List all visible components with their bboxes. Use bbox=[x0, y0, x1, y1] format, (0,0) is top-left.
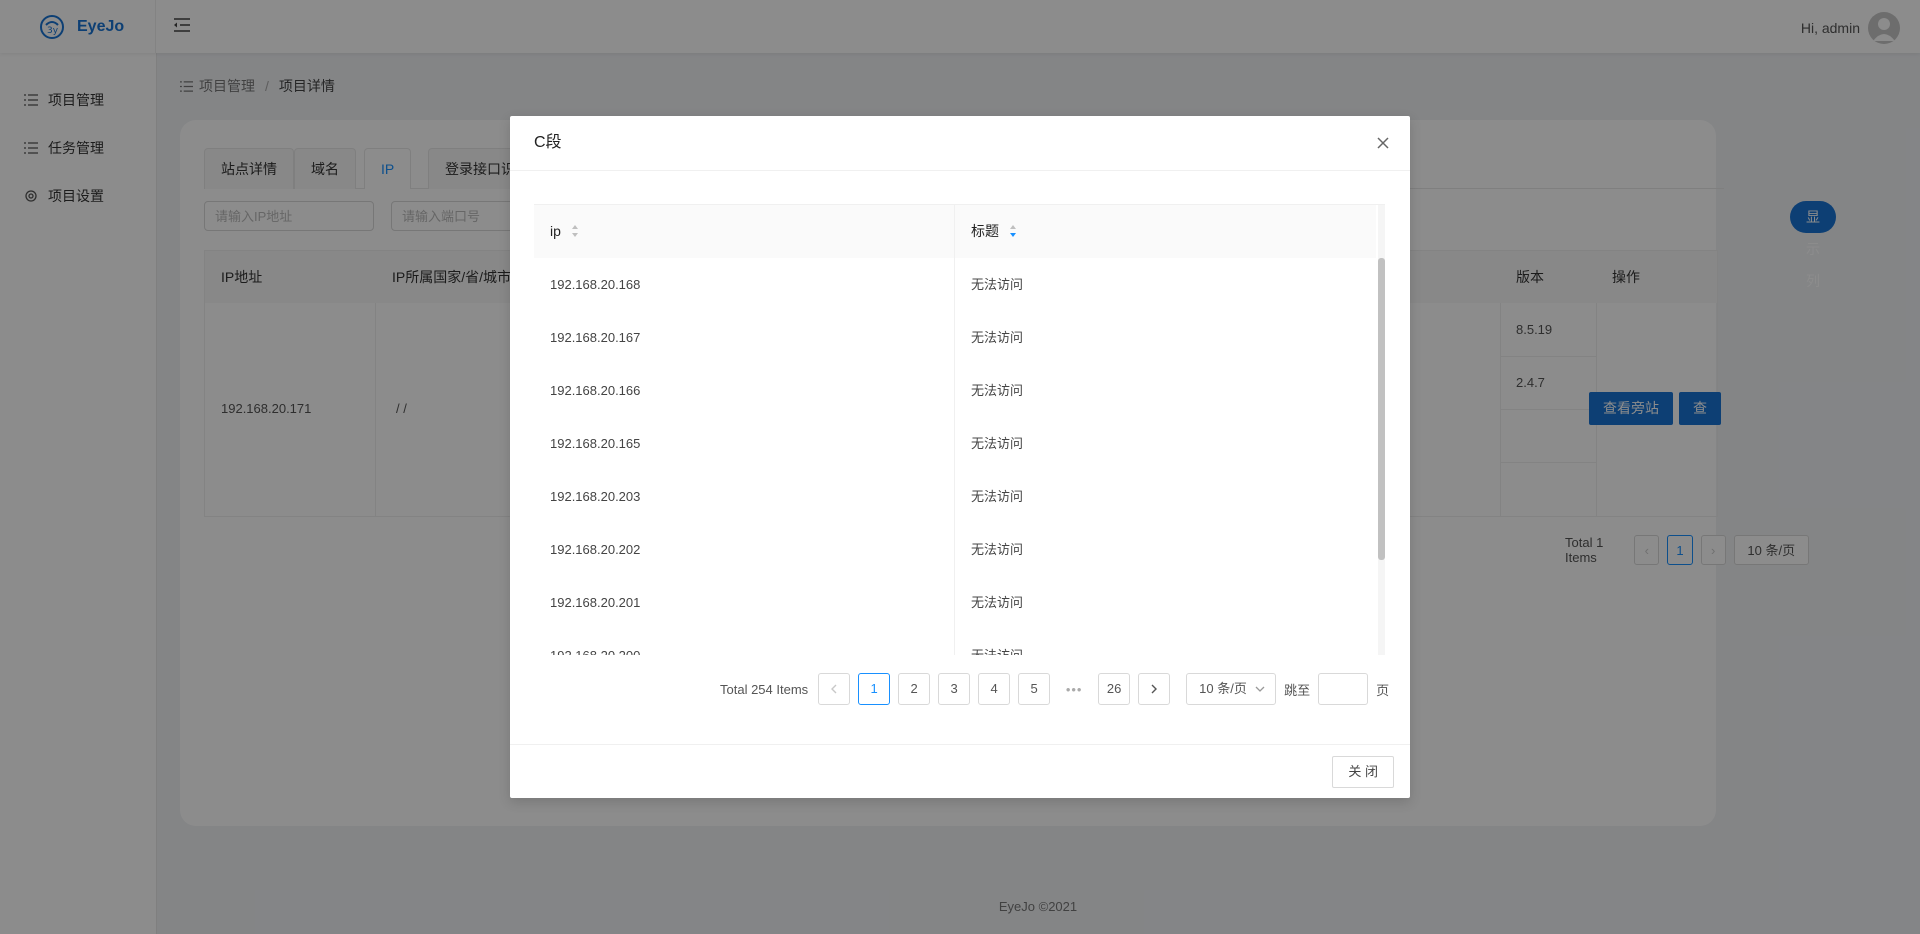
ip-cell: 192.168.20.165 bbox=[534, 417, 955, 470]
page-button-1[interactable]: 1 bbox=[858, 673, 891, 705]
page-button-5[interactable]: 5 bbox=[1018, 673, 1051, 705]
column-header-ip[interactable]: ip bbox=[534, 205, 955, 258]
table-row[interactable]: 192.168.20.168 无法访问 bbox=[534, 258, 1376, 312]
jump-label: 跳至 bbox=[1284, 682, 1311, 698]
column-header-label: 标题 bbox=[971, 223, 999, 239]
ip-cell: 192.168.20.166 bbox=[534, 364, 955, 417]
scrollbar-thumb[interactable] bbox=[1378, 258, 1385, 560]
table-row[interactable]: 192.168.20.202 无法访问 bbox=[534, 523, 1376, 577]
ip-cell: 192.168.20.167 bbox=[534, 311, 955, 364]
ip-cell: 192.168.20.203 bbox=[534, 470, 955, 523]
ip-cell: 192.168.20.200 bbox=[534, 629, 955, 655]
chevron-right-icon bbox=[1151, 684, 1158, 694]
ip-cell: 192.168.20.168 bbox=[534, 258, 955, 311]
c-segment-modal: C段 ip 标题 192.168.20.168 无法访问 192.168.20.… bbox=[510, 116, 1410, 798]
title-cell: 无法访问 bbox=[971, 277, 1024, 292]
column-header-title[interactable]: 标题 bbox=[955, 205, 1376, 258]
page-size-select[interactable]: 10 条/页 bbox=[1186, 673, 1277, 705]
total-items-text: Total 254 Items bbox=[720, 681, 809, 697]
prev-page-button[interactable] bbox=[818, 673, 851, 705]
next-page-button[interactable] bbox=[1138, 673, 1171, 705]
jump-page-input[interactable] bbox=[1318, 673, 1369, 705]
page-button-last[interactable]: 26 bbox=[1098, 673, 1131, 705]
jump-next-ellipsis[interactable]: ••• bbox=[1058, 682, 1090, 697]
ip-cell: 192.168.20.202 bbox=[534, 523, 955, 576]
table-row[interactable]: 192.168.20.203 无法访问 bbox=[534, 470, 1376, 524]
page-unit-label: 页 bbox=[1376, 682, 1390, 698]
table-row[interactable]: 192.168.20.166 无法访问 bbox=[534, 364, 1376, 418]
sort-icon[interactable] bbox=[571, 224, 579, 238]
column-header-label: ip bbox=[550, 223, 561, 239]
modal-footer: 关 闭 bbox=[510, 744, 1410, 799]
page-size-value: 10 条/页 bbox=[1199, 681, 1247, 696]
table-row[interactable]: 192.168.20.201 无法访问 bbox=[534, 576, 1376, 630]
table-header-row: ip 标题 bbox=[534, 205, 1376, 259]
title-cell: 无法访问 bbox=[971, 489, 1024, 504]
title-cell: 无法访问 bbox=[955, 629, 1376, 655]
ip-cell: 192.168.20.201 bbox=[534, 576, 955, 629]
table-scrollbar[interactable] bbox=[1378, 205, 1385, 655]
c-segment-table: ip 标题 192.168.20.168 无法访问 192.168.20.167… bbox=[534, 204, 1385, 655]
modal-header: C段 bbox=[510, 116, 1410, 171]
close-icon[interactable] bbox=[1372, 132, 1394, 154]
page-button-2[interactable]: 2 bbox=[898, 673, 931, 705]
title-cell: 无法访问 bbox=[971, 436, 1024, 451]
page-button-3[interactable]: 3 bbox=[938, 673, 971, 705]
table-row[interactable]: 192.168.20.165 无法访问 bbox=[534, 417, 1376, 471]
table-row[interactable]: 192.168.20.167 无法访问 bbox=[534, 311, 1376, 365]
chevron-left-icon bbox=[831, 684, 837, 694]
title-cell: 无法访问 bbox=[971, 542, 1024, 557]
sort-descending-icon[interactable] bbox=[1009, 224, 1017, 238]
title-cell: 无法访问 bbox=[971, 330, 1024, 345]
title-cell: 无法访问 bbox=[971, 595, 1024, 610]
chevron-down-icon bbox=[1255, 686, 1265, 692]
close-button[interactable]: 关 闭 bbox=[1332, 756, 1394, 788]
title-cell: 无法访问 bbox=[971, 383, 1024, 398]
table-row[interactable]: 192.168.20.200 无法访问 bbox=[534, 629, 1376, 655]
modal-pagination: Total 254 Items 1 2 3 4 5 ••• 26 10 条/页 … bbox=[720, 673, 1389, 705]
modal-title: C段 bbox=[534, 134, 562, 151]
page-button-4[interactable]: 4 bbox=[978, 673, 1011, 705]
